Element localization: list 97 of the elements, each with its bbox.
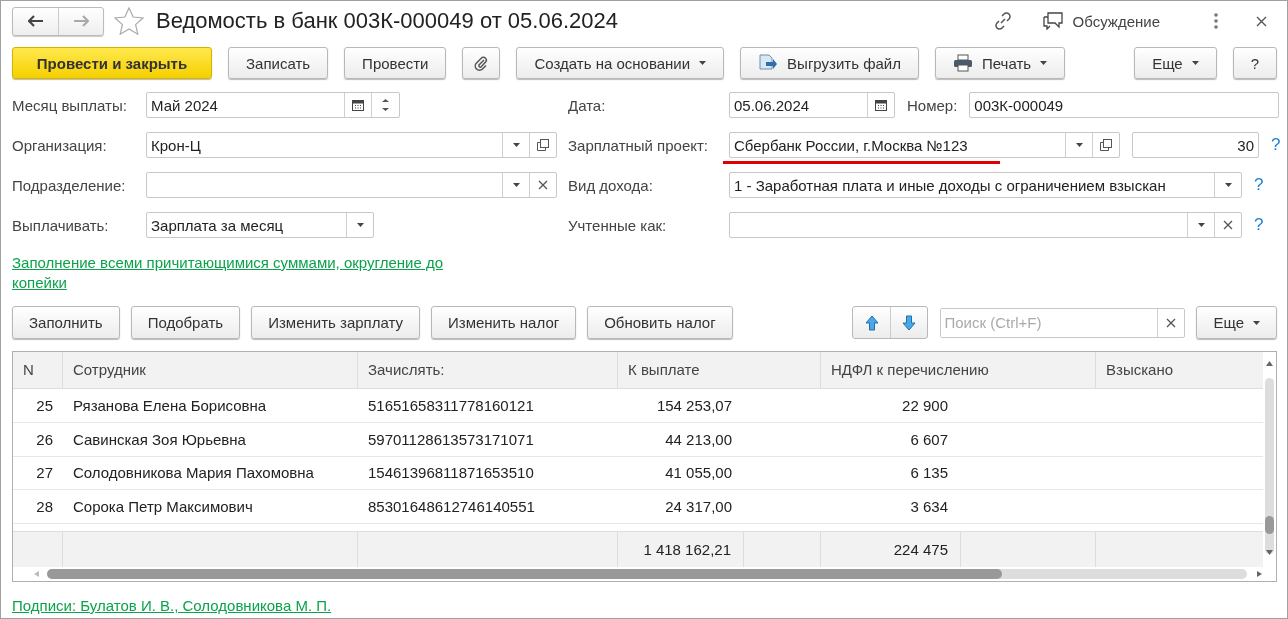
caret-icon <box>356 223 364 227</box>
toolbar-button[interactable]: Провести <box>344 47 447 79</box>
table-cell-text: 44 213,00 <box>664 429 733 450</box>
field-label: Зарплатный проект: <box>568 136 710 154</box>
squares-icon <box>537 139 549 151</box>
speech-bubble-icon[interactable] <box>1042 12 1063 30</box>
file-export-icon <box>758 53 779 73</box>
arrow-right-icon <box>73 15 89 27</box>
star-icon[interactable] <box>114 7 144 35</box>
calendar-icon <box>875 99 887 111</box>
clear-icon <box>538 180 548 190</box>
table-cell-text: 85301648612746140551 <box>367 497 536 518</box>
print-button[interactable]: Печать <box>934 47 1066 79</box>
department-field[interactable] <box>146 172 557 198</box>
table-cell-text: 51651658311778160121 <box>367 395 535 416</box>
table-cell-text: Сорока Петр Максимович <box>72 497 254 518</box>
help-link[interactable]: ? <box>1254 175 1264 195</box>
caret-icon <box>512 183 520 187</box>
table-button[interactable]: Изменить налог <box>431 306 577 339</box>
more-button[interactable]: Еще <box>1134 47 1217 79</box>
row-number: 28 <box>35 497 54 518</box>
arrow-left-icon <box>27 15 44 27</box>
column-header[interactable]: НДФЛ к перечислению <box>821 352 1096 388</box>
caret-icon <box>1040 61 1048 65</box>
paperclip-icon <box>474 55 489 71</box>
clear-icon <box>1166 317 1177 328</box>
window-title: Ведомость в банк 003К-000049 от 05.06.2024 <box>156 8 618 34</box>
table-button[interactable]: Изменить зарплату <box>251 306 420 339</box>
field-label: Выплачивать: <box>12 216 110 234</box>
column-header[interactable]: К выплате <box>618 352 821 388</box>
post-and-close-button[interactable]: Провести и закрыть <box>12 47 212 79</box>
field-label: Номер: <box>907 96 958 114</box>
date-field[interactable]: 05.06.2024 <box>729 92 895 118</box>
printer-icon <box>952 54 973 72</box>
count-field[interactable]: 30 <box>1132 132 1259 158</box>
attach-button[interactable] <box>462 47 501 79</box>
table-cell-text: 15461396811871653510 <box>367 463 535 484</box>
toolbar-button[interactable]: ? <box>1232 47 1277 79</box>
table-cell-text: 41 055,00 <box>664 463 733 484</box>
caret-icon <box>512 143 520 147</box>
close-icon[interactable] <box>1256 15 1267 27</box>
number-field[interactable]: 003К-000049 <box>969 92 1280 118</box>
table-cell-text: 154 253,07 <box>655 395 733 416</box>
total-cell: 224 475 <box>821 532 961 568</box>
caret-icon <box>1075 143 1083 147</box>
counted-as-field[interactable] <box>729 212 1242 238</box>
table-cell-text: Рязанова Елена Борисовна <box>72 395 268 416</box>
toolbar-button[interactable]: Записать <box>228 47 329 79</box>
menu-icon[interactable] <box>1214 13 1218 29</box>
table-cell-text: 22 900 <box>901 395 949 416</box>
field-label: Вид дохода: <box>568 176 654 194</box>
row-number: 27 <box>35 463 54 484</box>
help-link[interactable]: ? <box>1271 135 1281 155</box>
export-button[interactable]: Выгрузить файл <box>740 47 919 79</box>
table-button[interactable]: Подобрать <box>130 306 241 339</box>
table-button[interactable]: Обновить налог <box>587 306 733 339</box>
dropdown-button[interactable]: Создать на основании <box>516 47 725 79</box>
table-cell-text: 3 634 <box>909 497 949 518</box>
caret-icon <box>699 61 707 65</box>
pay-field[interactable]: Зарплата за месяц <box>146 212 374 238</box>
discussion-link[interactable]: Обсуждение <box>1072 12 1160 30</box>
link-icon[interactable] <box>992 11 1013 31</box>
table-cell-text: 6 135 <box>909 463 949 484</box>
more-button[interactable]: Еще <box>1196 306 1277 339</box>
row-number: 25 <box>35 395 54 416</box>
caret-icon <box>1253 320 1260 325</box>
table-button[interactable]: Заполнить <box>12 306 120 339</box>
table-cell-text: 24 317,00 <box>664 497 733 518</box>
clear-icon <box>1223 220 1233 230</box>
column-header[interactable]: Взыскано <box>1096 352 1263 388</box>
field-label: Учтенные как: <box>568 216 668 234</box>
table-cell-text: 6 607 <box>909 429 949 450</box>
income-type-field[interactable]: 1 - Заработная плата и иные доходы с ограничением взыскан <box>729 172 1242 198</box>
field-label: Дата: <box>568 96 607 114</box>
field-label: Подразделение: <box>12 176 127 194</box>
total-cell: 1 418 162,21 <box>618 532 744 568</box>
field-label: Месяц выплаты: <box>12 96 128 114</box>
arrow-down-icon <box>902 314 917 331</box>
field-label: Организация: <box>12 136 108 154</box>
row-number: 26 <box>35 429 54 450</box>
table-cell-text: 59701128613573171071 <box>367 429 535 450</box>
organization-field[interactable]: Крон-Ц <box>146 132 557 158</box>
caret-icon <box>1191 61 1199 65</box>
column-header[interactable]: Сотрудник <box>63 352 358 388</box>
salary-project-field[interactable]: Сбербанк России, г.Москва №123 <box>729 132 1120 158</box>
column-header[interactable]: Зачислять: <box>358 352 618 388</box>
caret-icon <box>1224 183 1232 187</box>
caret-icon <box>1197 223 1205 227</box>
table-cell-text: Солодовникова Мария Пахомовна <box>72 463 315 484</box>
arrow-up-icon <box>864 314 879 331</box>
column-header[interactable]: N <box>13 352 63 388</box>
search-field[interactable]: Поиск (Ctrl+F) <box>940 307 1186 338</box>
help-link[interactable]: ? <box>1254 215 1264 235</box>
month-field[interactable]: Май 2024 <box>146 92 400 118</box>
squares-icon <box>1100 139 1112 151</box>
calendar-icon <box>352 99 364 111</box>
table-cell-text: Савинская Зоя Юрьевна <box>72 429 247 450</box>
